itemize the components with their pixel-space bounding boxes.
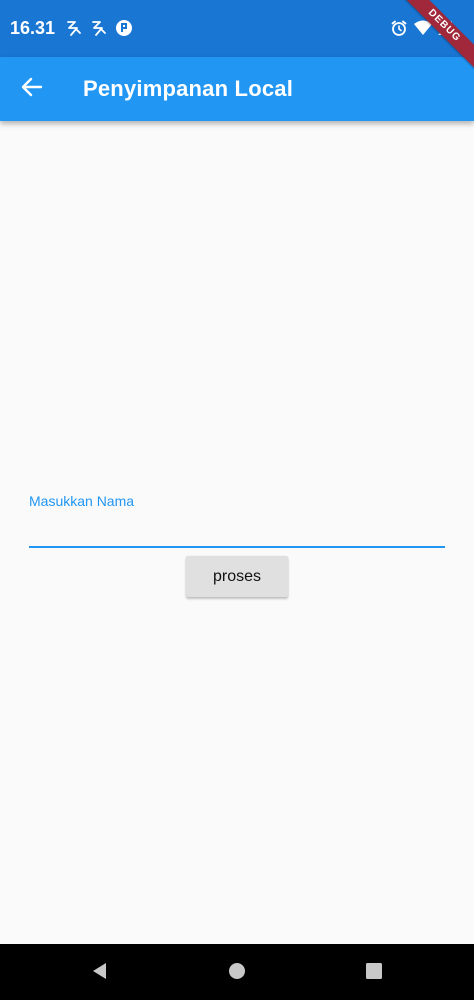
back-triangle-icon (91, 962, 109, 985)
proses-button[interactable]: proses (186, 556, 288, 597)
scribble-icon (88, 17, 110, 39)
app-notification-icon (113, 17, 135, 39)
nav-back-button[interactable] (85, 958, 115, 988)
recents-square-icon (365, 962, 383, 985)
alarm-icon (388, 17, 410, 39)
status-time: 16.31 (10, 18, 56, 38)
app-bar: Penyimpanan Local (0, 57, 474, 121)
nav-recents-button[interactable] (359, 958, 389, 988)
page-title: Penyimpanan Local (83, 76, 294, 101)
name-input[interactable] (29, 512, 445, 548)
arrow-back-icon (21, 76, 43, 103)
scribble-icon (63, 17, 85, 39)
home-circle-icon (228, 962, 246, 985)
name-field-label: Masukkan Nama (29, 493, 135, 509)
nav-home-button[interactable] (222, 958, 252, 988)
status-bar: 16.31 (0, 0, 474, 57)
back-button[interactable] (10, 67, 54, 111)
app-screen: 16.31 DEBUG Penyimpanan Local Masukkan N… (0, 0, 474, 1000)
navigation-bar (0, 944, 474, 1000)
